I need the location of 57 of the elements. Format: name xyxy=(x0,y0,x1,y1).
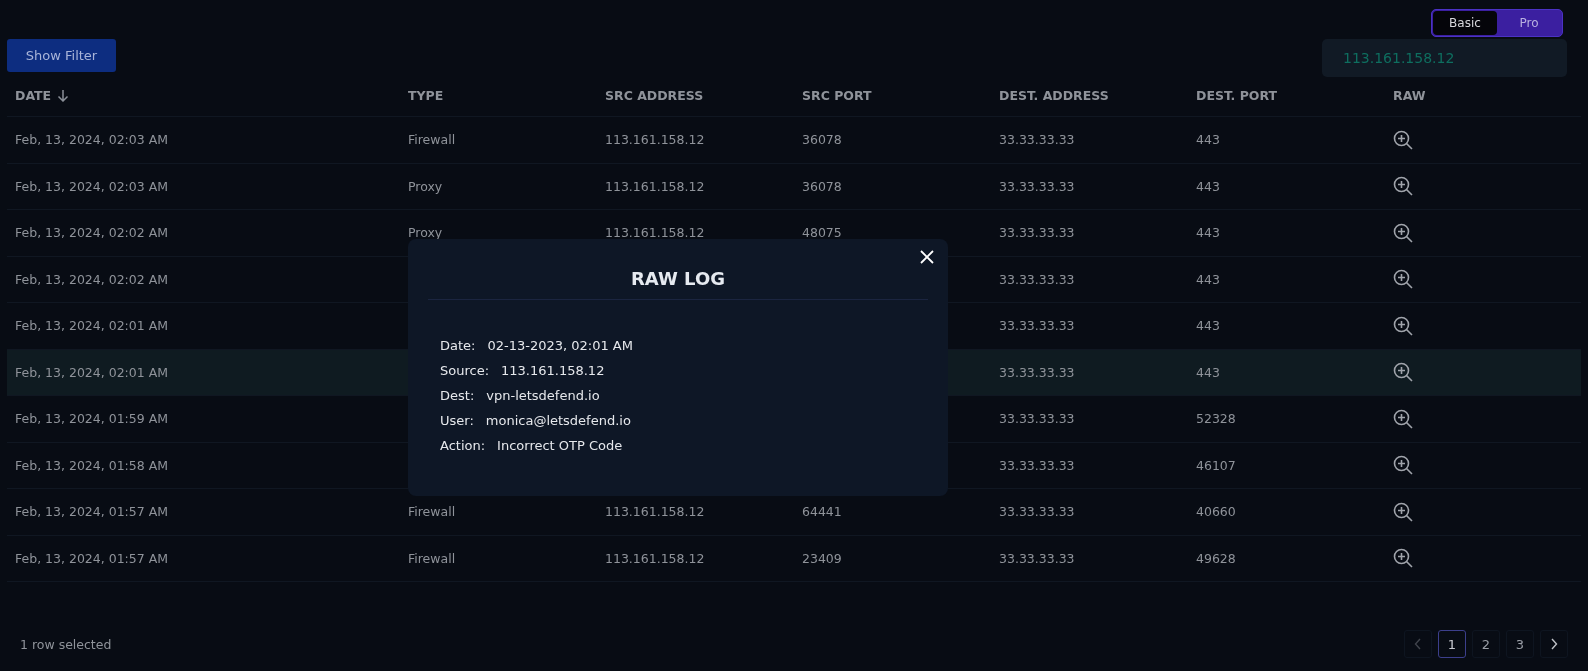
field-value: Incorrect OTP Code xyxy=(497,438,623,453)
table-cell: 443 xyxy=(1196,318,1220,334)
field-value: 113.161.158.12 xyxy=(501,363,605,378)
table-cell: Firewall xyxy=(408,504,456,520)
table-cell: Proxy xyxy=(408,225,443,241)
table-cell: Feb, 13, 2024, 01:59 AM xyxy=(15,411,169,427)
table-cell: 36078 xyxy=(802,178,842,194)
table-cell: 33.33.33.33 xyxy=(999,364,1075,380)
table-cell: Feb, 13, 2024, 02:02 AM xyxy=(15,271,169,287)
field-value: monica@letsdefend.io xyxy=(485,413,631,428)
field-label: Action: xyxy=(440,438,486,453)
table-cell: 33.33.33.33 xyxy=(999,411,1075,427)
table-cell: 33.33.33.33 xyxy=(999,225,1075,241)
table-cell: Feb, 13, 2024, 01:57 AM xyxy=(15,504,169,520)
table-cell: Feb, 13, 2024, 02:03 AM xyxy=(15,132,169,148)
table-cell: Proxy xyxy=(408,178,443,194)
field-label: User: xyxy=(440,413,474,428)
table-cell: 23409 xyxy=(802,550,842,566)
table-cell: 113.161.158.12 xyxy=(605,178,705,194)
table-cell: Feb, 13, 2024, 01:57 AM xyxy=(15,550,169,566)
table-cell: 443 xyxy=(1196,178,1220,194)
table-cell: Firewall xyxy=(408,132,456,148)
table-cell: 113.161.158.12 xyxy=(605,550,705,566)
table-cell: 443 xyxy=(1196,364,1220,380)
dialog-title: RAW LOG xyxy=(631,267,725,291)
selection-count: 1 row selected xyxy=(20,636,112,652)
table-cell: Feb, 13, 2024, 02:01 AM xyxy=(15,364,169,380)
table-cell: 113.161.158.12 xyxy=(605,132,705,148)
field-label: Dest: xyxy=(440,388,475,403)
table-cell: 33.33.33.33 xyxy=(999,271,1075,287)
table-cell: 33.33.33.33 xyxy=(999,178,1075,194)
table-cell: 443 xyxy=(1196,225,1220,241)
table-cell: Feb, 13, 2024, 02:03 AM xyxy=(15,178,169,194)
table-cell: 113.161.158.12 xyxy=(605,504,705,520)
table-cell: 113.161.158.12 xyxy=(605,225,705,241)
table-cell: 443 xyxy=(1196,132,1220,148)
table-cell: 33.33.33.33 xyxy=(999,457,1075,473)
field-value: vpn-letsdefend.io xyxy=(486,388,600,403)
table-cell: Feb, 13, 2024, 01:58 AM xyxy=(15,457,169,473)
table-cell: 52328 xyxy=(1196,411,1236,427)
table-cell: 443 xyxy=(1196,271,1220,287)
table-cell: 46107 xyxy=(1196,457,1236,473)
table-cell: Firewall xyxy=(408,550,456,566)
table-cell: Feb, 13, 2024, 02:02 AM xyxy=(15,225,169,241)
table-cell: Feb, 13, 2024, 02:01 AM xyxy=(15,318,169,334)
table-cell: 40660 xyxy=(1196,504,1236,520)
table-cell: 33.33.33.33 xyxy=(999,550,1075,566)
field-label: Source: xyxy=(440,363,490,378)
table-cell: 49628 xyxy=(1196,550,1236,566)
table-cell: 48075 xyxy=(802,225,842,241)
table-cell: 36078 xyxy=(802,132,842,148)
field-value: 02-13-2023, 02:01 AM xyxy=(487,338,633,353)
table-cell: 33.33.33.33 xyxy=(999,318,1075,334)
table-cell: 64441 xyxy=(802,504,842,520)
table-cell: 33.33.33.33 xyxy=(999,132,1075,148)
table-cell: 33.33.33.33 xyxy=(999,504,1075,520)
field-label: Date: xyxy=(440,338,476,353)
